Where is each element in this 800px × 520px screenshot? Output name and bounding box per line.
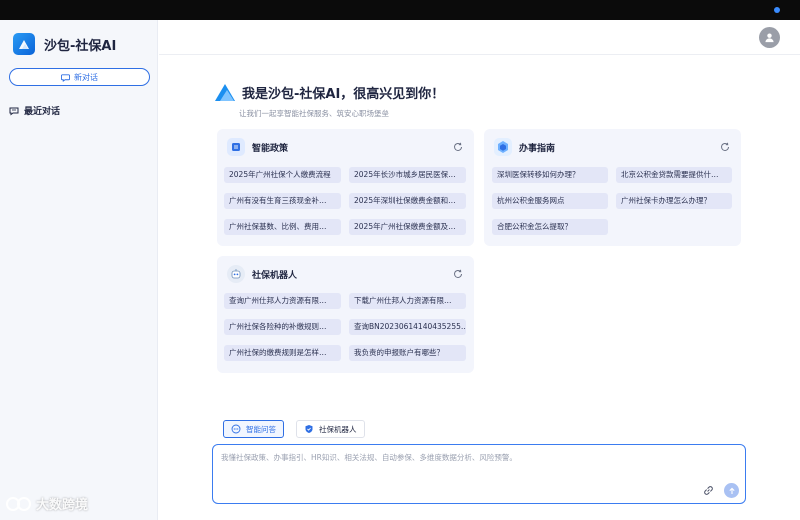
attachment-link-icon[interactable] bbox=[702, 484, 715, 497]
watermark-logo bbox=[6, 496, 31, 511]
policy-question-chip[interactable]: 2025年广州社保个人缴费流程 bbox=[224, 167, 341, 183]
refresh-icon[interactable] bbox=[452, 141, 464, 153]
greeting-title: 我是沙包-社保AI，很高兴见到你！ bbox=[242, 86, 445, 102]
policy-question-chip[interactable]: 广州社保基数、比例、费用… bbox=[224, 219, 341, 235]
chat-input[interactable] bbox=[221, 452, 691, 474]
guide-icon bbox=[494, 138, 512, 156]
robot-command-chip[interactable]: 查询广州仕邦人力资源有限… bbox=[224, 293, 341, 309]
refresh-icon[interactable] bbox=[452, 268, 464, 280]
watermark-text: 大数跨境 bbox=[36, 498, 89, 513]
message-icon bbox=[9, 107, 19, 115]
send-button[interactable] bbox=[724, 483, 739, 498]
robot-icon bbox=[227, 265, 245, 283]
robot-card-title: 社保机器人 bbox=[252, 270, 298, 281]
greeting: 我是沙包-社保AI，很高兴见到你！ bbox=[214, 82, 444, 102]
policy-question-chip[interactable]: 广州有没有生育三孩现金补… bbox=[224, 193, 341, 209]
chat-input-box bbox=[212, 444, 746, 504]
chat-bubble-icon bbox=[61, 73, 70, 82]
guide-question-chip[interactable]: 合肥公积金怎么提取？ bbox=[492, 219, 608, 235]
smart-qa-tab[interactable]: 智能问答 bbox=[223, 420, 284, 438]
policy-question-chip[interactable]: 2025年广州社保缴费金额及… bbox=[349, 219, 466, 235]
recent-conversations-label: 最近对话 bbox=[24, 107, 61, 117]
new-chat-button[interactable]: 新对话 bbox=[9, 68, 150, 86]
user-icon bbox=[765, 33, 774, 43]
guide-question-chip[interactable]: 广州社保卡办理怎么办理？ bbox=[616, 193, 732, 209]
new-chat-label: 新对话 bbox=[74, 72, 98, 82]
recent-conversations-header[interactable]: 最近对话 bbox=[9, 104, 60, 117]
brand-logo-icon bbox=[13, 33, 35, 55]
robot-command-chip[interactable]: 广州社保各险种的补缴规则… bbox=[224, 319, 341, 335]
guide-question-chip[interactable]: 杭州公积金服务网点 bbox=[492, 193, 608, 209]
brand[interactable]: 沙包-社保AI bbox=[13, 33, 116, 55]
app-logo-icon bbox=[215, 84, 235, 101]
greeting-subtitle: 让我们一起享智能社保服务、筑安心职场堡垒 bbox=[239, 109, 389, 118]
guide-question-chip[interactable]: 北京公积金贷款需要提供什… bbox=[616, 167, 732, 183]
user-avatar[interactable] bbox=[759, 27, 780, 48]
shield-icon bbox=[305, 425, 313, 433]
main-panel: 我是沙包-社保AI，很高兴见到你！ 让我们一起享智能社保服务、筑安心职场堡垒 智… bbox=[159, 20, 800, 520]
chat-dots-icon bbox=[231, 424, 241, 434]
camera-indicator-dot bbox=[774, 7, 780, 13]
robot-command-chip[interactable]: 广州社保的缴费规则是怎样… bbox=[224, 345, 341, 361]
guide-question-chip[interactable]: 深圳医保转移如何办理？ bbox=[492, 167, 608, 183]
guide-card-header: 办事指南 bbox=[494, 138, 555, 156]
guide-card-title: 办事指南 bbox=[519, 143, 556, 154]
policy-card-header: 智能政策 bbox=[227, 138, 288, 156]
robot-card: 社保机器人 查询广州仕邦人力资源有限… 下载广州仕邦人力资源有限… 广州社保各险… bbox=[217, 256, 474, 373]
refresh-icon[interactable] bbox=[719, 141, 731, 153]
sidebar: 沙包-社保AI 新对话 最近对话 bbox=[0, 20, 158, 520]
robot-card-header: 社保机器人 bbox=[227, 265, 297, 283]
main-header bbox=[159, 20, 800, 55]
window-top-bar bbox=[0, 0, 800, 20]
policy-card: 智能政策 2025年广州社保个人缴费流程 2025年长沙市城乡居民医保… 广州有… bbox=[217, 129, 474, 246]
smart-qa-label: 智能问答 bbox=[246, 424, 276, 434]
policy-question-chip[interactable]: 2025年深圳社保缴费金额和… bbox=[349, 193, 466, 209]
robot-command-chip[interactable]: 我负责的申报账户有哪些？ bbox=[349, 345, 466, 361]
policy-question-chip[interactable]: 2025年长沙市城乡居民医保… bbox=[349, 167, 466, 183]
guide-card: 办事指南 深圳医保转移如何办理？ 北京公积金贷款需要提供什… 杭州公积金服务网点… bbox=[484, 129, 741, 246]
robot-tab-label: 社保机器人 bbox=[319, 424, 357, 434]
robot-command-chip[interactable]: 下载广州仕邦人力资源有限… bbox=[349, 293, 466, 309]
brand-name: 沙包-社保AI bbox=[44, 38, 117, 54]
watermark: 大数跨境 bbox=[6, 494, 88, 513]
policy-card-title: 智能政策 bbox=[252, 143, 289, 154]
robot-command-chip[interactable]: 查询BN20230614140435255… bbox=[349, 319, 466, 335]
arrow-up-icon bbox=[728, 487, 735, 494]
policy-book-icon bbox=[227, 138, 245, 156]
social-security-robot-tab[interactable]: 社保机器人 bbox=[296, 420, 365, 438]
